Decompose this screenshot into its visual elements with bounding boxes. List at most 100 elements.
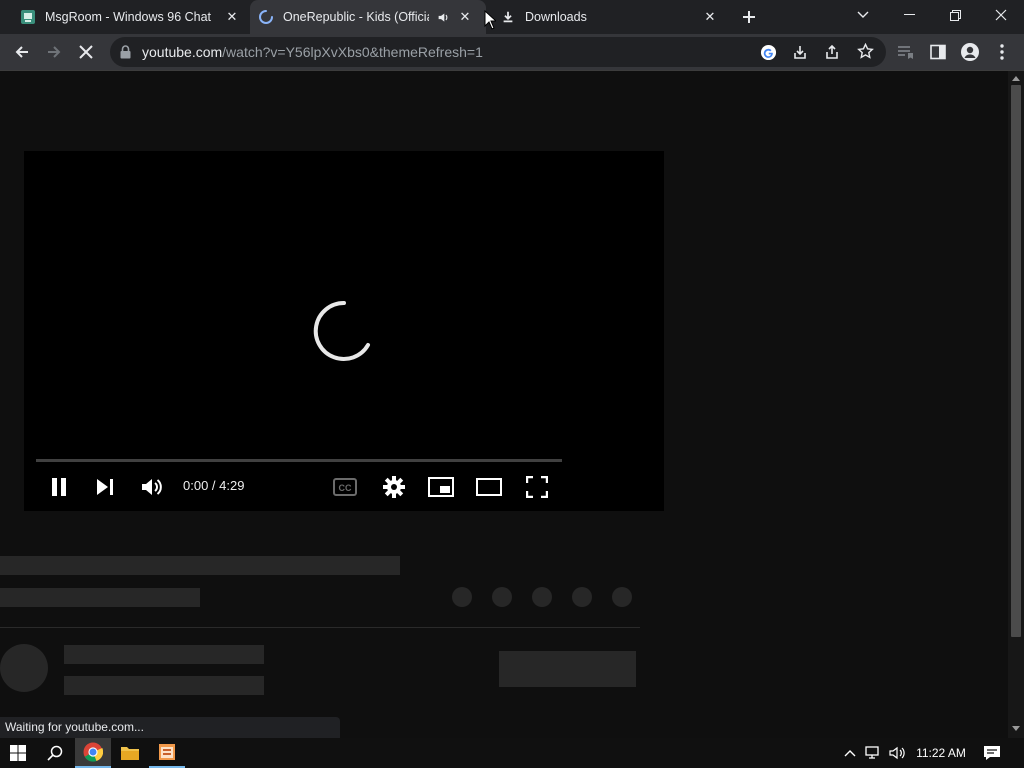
scrollbar[interactable]: [1008, 71, 1024, 738]
tab-onerepublic[interactable]: OneRepublic - Kids (Official Music Video…: [250, 0, 486, 34]
scrollbar-thumb[interactable]: [1011, 85, 1021, 637]
mouse-cursor-icon: [484, 9, 498, 35]
taskbar-file-explorer[interactable]: [112, 738, 148, 768]
title-placeholder: [0, 556, 400, 575]
msgroom-favicon-icon: [20, 9, 36, 25]
forward-button[interactable]: [42, 40, 66, 64]
new-tab-button[interactable]: [737, 5, 761, 29]
channel-name-placeholder: [64, 645, 264, 664]
reading-list-icon: [898, 46, 913, 59]
miniplayer-button[interactable]: [428, 474, 454, 500]
progress-bar[interactable]: [36, 459, 562, 462]
page-content: 0:00 / 4:29 CC: [0, 71, 1008, 738]
status-bubble: Waiting for youtube.com...: [0, 717, 340, 738]
pause-icon: [52, 478, 66, 496]
reading-list-button[interactable]: [894, 40, 918, 64]
download-icon: [500, 9, 516, 25]
settings-button[interactable]: [381, 474, 407, 500]
minimize-button[interactable]: [886, 0, 932, 30]
restore-button[interactable]: [932, 0, 978, 30]
subtitle-placeholder: [0, 588, 200, 607]
google-lens-icon[interactable]: [760, 44, 777, 66]
close-window-button[interactable]: [978, 0, 1024, 30]
action-center-icon: [984, 746, 1000, 760]
hidden-icons-button[interactable]: [840, 738, 860, 768]
browser-toolbar: youtube.com/watch?v=Y56lpXvXbs0&themeRef…: [0, 34, 1024, 71]
tab-search-button[interactable]: [840, 0, 886, 30]
address-bar[interactable]: youtube.com/watch?v=Y56lpXvXbs0&themeRef…: [110, 37, 886, 67]
mute-button[interactable]: [139, 474, 165, 500]
windows-logo-icon: [10, 745, 26, 761]
tab-close-icon[interactable]: ✕: [702, 9, 718, 25]
chrome-logo-icon: [83, 742, 103, 762]
divider: [0, 627, 640, 628]
search-button[interactable]: [36, 738, 74, 768]
speaker-icon[interactable]: [435, 9, 451, 25]
action-placeholder: [572, 587, 592, 607]
time-display: 0:00 / 4:29: [183, 478, 245, 493]
side-panel-icon: [930, 44, 946, 60]
clock[interactable]: 11:22 AM: [910, 738, 972, 768]
tab-close-icon[interactable]: ✕: [457, 9, 473, 25]
notifications-button[interactable]: [978, 738, 1006, 768]
back-button[interactable]: [10, 40, 34, 64]
cc-icon: CC: [333, 478, 357, 496]
avatar-placeholder: [0, 644, 48, 692]
action-placeholder: [612, 587, 632, 607]
network-button[interactable]: [864, 738, 884, 768]
tab-title: Downloads: [525, 10, 587, 24]
action-placeholder: [452, 587, 472, 607]
tab-title: OneRepublic - Kids (Official Music Video…: [283, 10, 429, 24]
svg-text:CC: CC: [339, 483, 352, 493]
next-button[interactable]: [92, 474, 118, 500]
action-placeholder: [532, 587, 552, 607]
scroll-down-arrow-icon[interactable]: [1012, 726, 1020, 731]
chrome-menu-button[interactable]: [990, 40, 1014, 64]
fullscreen-button[interactable]: [524, 474, 550, 500]
taskbar-app[interactable]: [149, 738, 185, 768]
bookmark-star-icon[interactable]: [857, 42, 874, 65]
taskbar-chrome[interactable]: [75, 738, 111, 768]
chevron-down-icon: [857, 11, 869, 18]
tab-strip: MsgRoom - Windows 96 Chat ✕ OneRepublic …: [0, 0, 1024, 34]
install-app-icon[interactable]: [792, 44, 808, 65]
chevron-up-icon: [844, 750, 856, 757]
start-button[interactable]: [0, 738, 36, 768]
restore-icon: [949, 9, 961, 21]
url-path: /watch?v=Y56lpXvXbs0&themeRefresh=1: [222, 44, 483, 60]
app-window-icon: [159, 744, 175, 760]
loading-spinner-icon: [258, 9, 274, 25]
network-icon: [865, 746, 879, 759]
stop-icon: [79, 45, 93, 59]
skip-next-icon: [97, 479, 113, 495]
scroll-up-arrow-icon[interactable]: [1012, 76, 1020, 81]
lock-icon[interactable]: [120, 45, 131, 64]
pause-button[interactable]: [46, 474, 72, 500]
speaker-icon: [889, 746, 905, 760]
miniplayer-icon: [428, 477, 454, 497]
action-placeholder: [492, 587, 512, 607]
taskbar: 11:22 AM: [0, 738, 1024, 768]
stop-loading-button[interactable]: [74, 40, 98, 64]
captions-button[interactable]: CC: [332, 474, 358, 500]
tab-downloads[interactable]: Downloads ✕: [492, 0, 726, 34]
url-text[interactable]: youtube.com/watch?v=Y56lpXvXbs0&themeRef…: [142, 37, 483, 67]
close-icon: [995, 9, 1007, 21]
profile-button[interactable]: [958, 40, 982, 64]
loading-spinner-icon: [312, 299, 376, 368]
volume-button[interactable]: [887, 738, 907, 768]
subscriber-count-placeholder: [64, 676, 264, 695]
volume-icon: [142, 479, 162, 495]
share-icon[interactable]: [824, 44, 840, 65]
theater-mode-button[interactable]: [476, 474, 502, 500]
kebab-menu-icon: [1000, 44, 1004, 60]
tab-close-icon[interactable]: ✕: [224, 9, 240, 25]
arrow-right-icon: [48, 46, 61, 58]
video-player[interactable]: 0:00 / 4:29 CC: [24, 151, 664, 511]
side-panel-button[interactable]: [926, 40, 950, 64]
plus-icon: [743, 11, 755, 23]
subscribe-placeholder: [499, 651, 636, 687]
fullscreen-icon: [526, 476, 548, 498]
tab-msgroom[interactable]: MsgRoom - Windows 96 Chat ✕: [12, 0, 248, 34]
gear-icon: [383, 476, 405, 498]
